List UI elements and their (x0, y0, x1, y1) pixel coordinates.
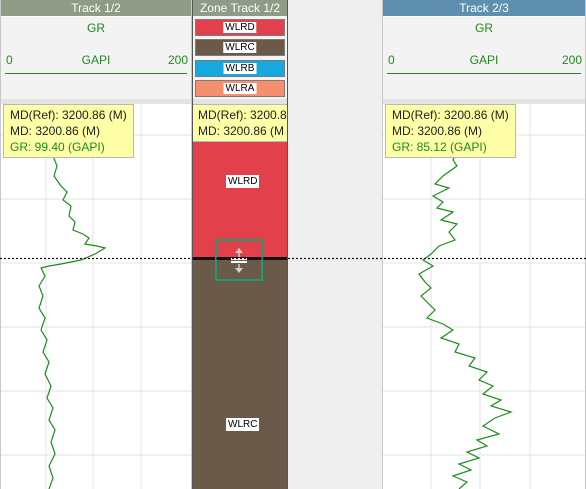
boundary-drag-handle[interactable] (215, 239, 263, 281)
legend-wlra-label: WLRA (223, 83, 257, 94)
track-right[interactable]: Track 2/3 GR 0 GAPI 200 MD(Ref): 3200.86… (382, 0, 586, 489)
scale-unit: GAPI (81, 53, 111, 67)
readout-left-mdref: MD(Ref): 3200.86 (M) (10, 108, 127, 122)
readout-right-mdref: MD(Ref): 3200.86 (M) (392, 108, 509, 122)
track-zone-title[interactable]: Zone Track 1/2 (193, 0, 287, 16)
legend-wlrc[interactable]: WLRC (195, 39, 285, 56)
track-gap (288, 0, 382, 489)
readout-left: MD(Ref): 3200.86 (M) MD: 3200.86 (M) GR:… (3, 104, 134, 158)
scale-line (387, 73, 581, 74)
readout-left-gr: GR: 99.40 (GAPI) (10, 140, 105, 154)
legend-wlrb[interactable]: WLRB (195, 60, 285, 77)
readout-right: MD(Ref): 3200.86 (M) MD: 3200.86 (M) GR:… (385, 104, 516, 158)
zone-upper-label: WLRD (226, 175, 260, 188)
track-zone[interactable]: Zone Track 1/2 WLRD WLRC WLRB WLRA WLRD … (192, 0, 288, 489)
zone-wlrc-body[interactable] (193, 258, 287, 489)
legend-wlra[interactable]: WLRA (195, 80, 285, 97)
readout-left-md: MD: 3200.86 (M) (10, 124, 101, 138)
legend-wlrd[interactable]: WLRD (195, 19, 285, 36)
scale-max: 200 (561, 53, 582, 67)
legend-wlrb-label: WLRB (223, 63, 257, 74)
track-right-title[interactable]: Track 2/3 (383, 0, 585, 16)
readout-zone-mdref: MD(Ref): 3200.86 (198, 108, 288, 122)
track-left-header[interactable]: GR 0 GAPI 200 (1, 17, 191, 100)
depth-cursor-line (0, 257, 586, 260)
readout-zone: MD(Ref): 3200.86 MD: 3200.86 (M (193, 104, 288, 142)
readout-right-gr: GR: 85.12 (GAPI) (392, 140, 487, 154)
gr-log-plot[interactable] (383, 104, 585, 489)
zone-legend-area: WLRD WLRC WLRB WLRA (193, 16, 287, 100)
gr-log-plot[interactable] (1, 104, 191, 489)
scale-unit: GAPI (469, 53, 499, 67)
scale-max: 200 (167, 53, 188, 67)
readout-right-md: MD: 3200.86 (M) (392, 124, 483, 138)
gr-curve-left (38, 143, 107, 489)
zone-lower-label: WLRC (226, 418, 260, 431)
readout-zone-md: MD: 3200.86 (M (198, 124, 285, 138)
curve-name: GR (87, 21, 105, 35)
legend-wlrd-label: WLRD (223, 22, 257, 33)
scale-line (5, 73, 187, 74)
track-right-header[interactable]: GR 0 GAPI 200 (383, 17, 585, 100)
resize-vertical-icon (231, 248, 247, 273)
legend-wlrc-label: WLRC (223, 42, 257, 53)
curve-name: GR (475, 21, 493, 35)
track-left-title[interactable]: Track 1/2 (1, 0, 191, 16)
track-left[interactable]: Track 1/2 GR 0 GAPI 200 MD(Ref): 3200.86… (0, 0, 192, 489)
